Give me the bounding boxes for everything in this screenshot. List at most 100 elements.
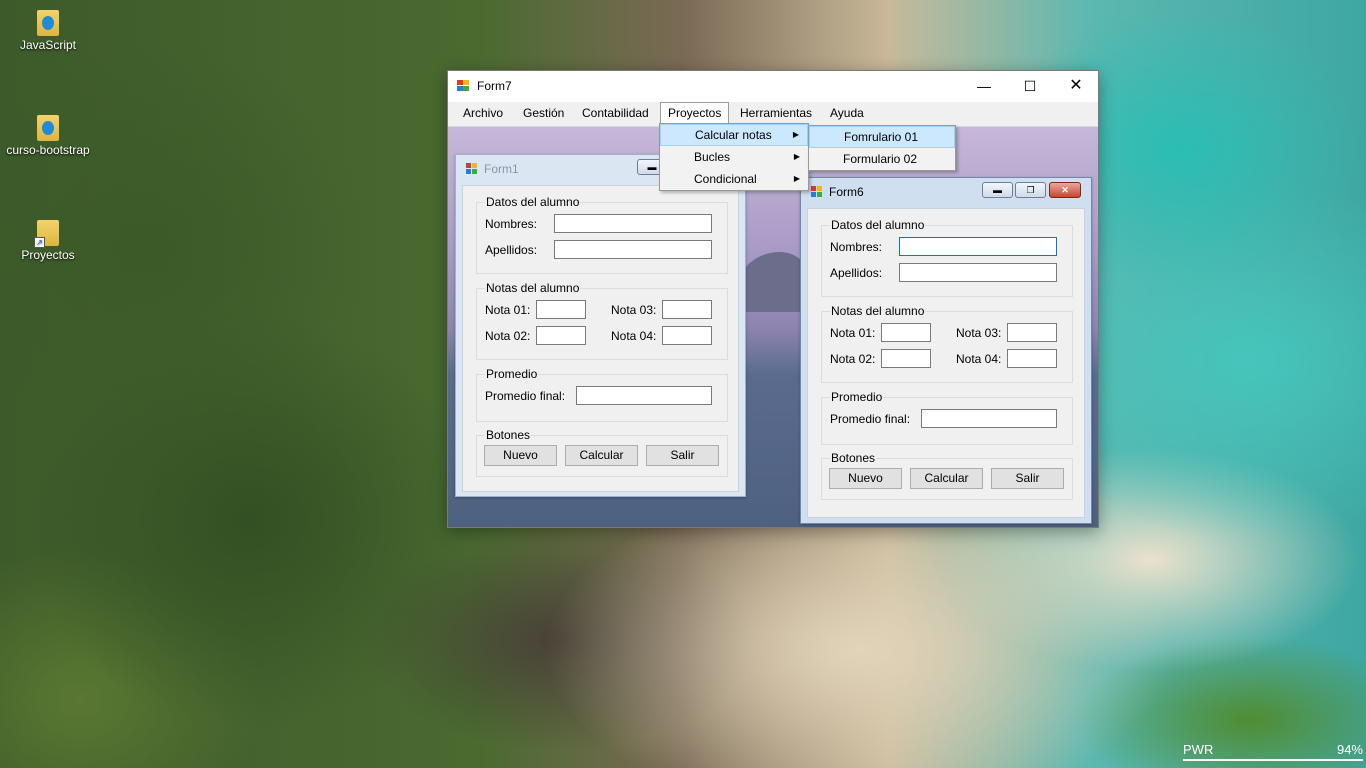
form1-client: Datos del alumno Nombres: Apellidos: Not… xyxy=(462,185,739,492)
apellidos-label: Apellidos: xyxy=(485,243,538,257)
promedio-input[interactable] xyxy=(921,409,1057,428)
calcular-button[interactable]: Calcular xyxy=(565,445,638,466)
submenu-arrow-icon: ▶ xyxy=(793,174,800,183)
group-title: Botones xyxy=(485,428,532,442)
menu-gestion[interactable]: Gestión xyxy=(516,103,571,124)
form1-title: Form1 xyxy=(484,162,519,176)
nombres-label: Nombres: xyxy=(485,217,538,231)
folder-shortcut-icon: ↗ xyxy=(34,220,59,248)
nota02-label: Nota 02: xyxy=(830,352,876,366)
menu-item-label: Condicional xyxy=(694,172,757,186)
group-title: Botones xyxy=(830,451,877,465)
group-promedio: Promedio Promedio final: xyxy=(476,367,728,422)
group-botones: Botones Nuevo Calcular Salir xyxy=(821,451,1073,500)
desktop-icon-label: curso-bootstrap xyxy=(6,143,90,157)
folder-icon xyxy=(37,115,59,141)
group-title: Notas del alumno xyxy=(830,304,926,318)
menu-item-label: Fomrulario 01 xyxy=(844,130,919,144)
form6-titlebar[interactable]: Form6 ▬ ❐ ✕ xyxy=(801,178,1091,204)
close-button[interactable]: ✕ xyxy=(1053,71,1099,101)
power-indicator: PWR 94% xyxy=(1183,742,1363,761)
menu-contabilidad[interactable]: Contabilidad xyxy=(575,103,656,124)
group-title: Promedio xyxy=(830,390,884,404)
group-notas-alumno: Notas del alumno Nota 01: Nota 03: Nota … xyxy=(821,304,1073,383)
promedio-input[interactable] xyxy=(576,386,712,405)
group-promedio: Promedio Promedio final: xyxy=(821,390,1073,445)
app-icon xyxy=(457,80,470,92)
menu-item-bucles[interactable]: Bucles ▶ xyxy=(660,146,808,168)
apellidos-input[interactable] xyxy=(554,240,712,259)
nota04-input[interactable] xyxy=(1007,349,1057,368)
minimize-button[interactable]: — xyxy=(961,71,1007,101)
nota03-label: Nota 03: xyxy=(956,326,1002,340)
nota03-input[interactable] xyxy=(662,300,712,319)
desktop-icon-javascript[interactable]: JavaScript xyxy=(4,10,92,52)
proyectos-dropdown: Calcular notas ▶ Bucles ▶ Condicional ▶ xyxy=(659,123,809,191)
group-botones: Botones Nuevo Calcular Salir xyxy=(476,428,728,477)
menu-item-formulario-01[interactable]: Fomrulario 01 xyxy=(809,126,955,148)
group-title: Promedio xyxy=(485,367,539,381)
nuevo-button[interactable]: Nuevo xyxy=(484,445,557,466)
nota03-label: Nota 03: xyxy=(611,303,657,317)
group-datos-alumno: Datos del alumno Nombres: Apellidos: xyxy=(476,195,728,274)
menu-proyectos[interactable]: Proyectos xyxy=(660,102,730,124)
desktop-icon-curso-bootstrap[interactable]: curso-bootstrap xyxy=(4,115,92,157)
submenu-arrow-icon: ▶ xyxy=(793,152,800,161)
salir-button[interactable]: Salir xyxy=(991,468,1064,489)
promedio-label: Promedio final: xyxy=(485,389,566,403)
form6-client: Datos del alumno Nombres: Apellidos: Not… xyxy=(807,208,1085,518)
menu-herramientas[interactable]: Herramientas xyxy=(733,103,819,124)
submenu-arrow-icon: ▶ xyxy=(792,130,799,139)
nombres-label: Nombres: xyxy=(830,240,883,254)
group-title: Datos del alumno xyxy=(830,218,926,232)
nombres-input[interactable] xyxy=(899,237,1057,256)
menu-item-calcular-notas[interactable]: Calcular notas ▶ xyxy=(660,124,808,146)
menu-archivo[interactable]: Archivo xyxy=(456,103,510,124)
form6-window: Form6 ▬ ❐ ✕ Datos del alumno Nombres: Ap… xyxy=(800,177,1092,524)
apellidos-label: Apellidos: xyxy=(830,266,883,280)
form7-titlebar[interactable]: Form7 — ☐ ✕ xyxy=(448,71,1098,102)
form6-minimize-button[interactable]: ▬ xyxy=(982,182,1013,198)
nombres-input[interactable] xyxy=(554,214,712,233)
nuevo-button[interactable]: Nuevo xyxy=(829,468,902,489)
calcular-notas-submenu: Fomrulario 01 Formulario 02 xyxy=(808,125,956,171)
power-percent: 94% xyxy=(1336,742,1363,757)
background-mountain xyxy=(738,252,808,312)
form1-window: Form1 ▬ Datos del alumno Nombres: Apelli… xyxy=(455,154,746,497)
menu-item-formulario-02[interactable]: Formulario 02 xyxy=(809,148,955,170)
form7-title: Form7 xyxy=(477,79,512,93)
form6-title: Form6 xyxy=(829,185,864,199)
maximize-button[interactable]: ☐ xyxy=(1007,71,1053,101)
group-datos-alumno: Datos del alumno Nombres: Apellidos: xyxy=(821,218,1073,297)
nota04-input[interactable] xyxy=(662,326,712,345)
nota01-input[interactable] xyxy=(536,300,586,319)
calcular-button[interactable]: Calcular xyxy=(910,468,983,489)
menu-item-label: Bucles xyxy=(694,150,731,164)
power-bar xyxy=(1183,759,1363,761)
folder-icon xyxy=(37,10,59,36)
form6-restore-button[interactable]: ❐ xyxy=(1015,182,1046,198)
nota02-label: Nota 02: xyxy=(485,329,531,343)
nota02-input[interactable] xyxy=(881,349,931,368)
apellidos-input[interactable] xyxy=(899,263,1057,282)
power-label: PWR xyxy=(1183,742,1214,757)
desktop-icon-label: JavaScript xyxy=(19,38,77,52)
nota03-input[interactable] xyxy=(1007,323,1057,342)
menu-item-condicional[interactable]: Condicional ▶ xyxy=(660,168,808,190)
nota01-label: Nota 01: xyxy=(830,326,876,340)
form6-close-button[interactable]: ✕ xyxy=(1049,182,1081,198)
nota02-input[interactable] xyxy=(536,326,586,345)
desktop-icon-proyectos[interactable]: ↗ Proyectos xyxy=(4,220,92,262)
app-icon xyxy=(466,163,478,174)
salir-button[interactable]: Salir xyxy=(646,445,719,466)
nota01-input[interactable] xyxy=(881,323,931,342)
promedio-label: Promedio final: xyxy=(830,412,911,426)
app-icon xyxy=(811,186,823,197)
menu-item-label: Formulario 02 xyxy=(843,152,918,166)
menu-item-label: Calcular notas xyxy=(695,128,772,142)
group-notas-alumno: Notas del alumno Nota 01: Nota 03: Nota … xyxy=(476,281,728,360)
menu-ayuda[interactable]: Ayuda xyxy=(823,103,871,124)
desktop-icon-label: Proyectos xyxy=(21,248,75,262)
nota01-label: Nota 01: xyxy=(485,303,531,317)
nota04-label: Nota 04: xyxy=(956,352,1002,366)
